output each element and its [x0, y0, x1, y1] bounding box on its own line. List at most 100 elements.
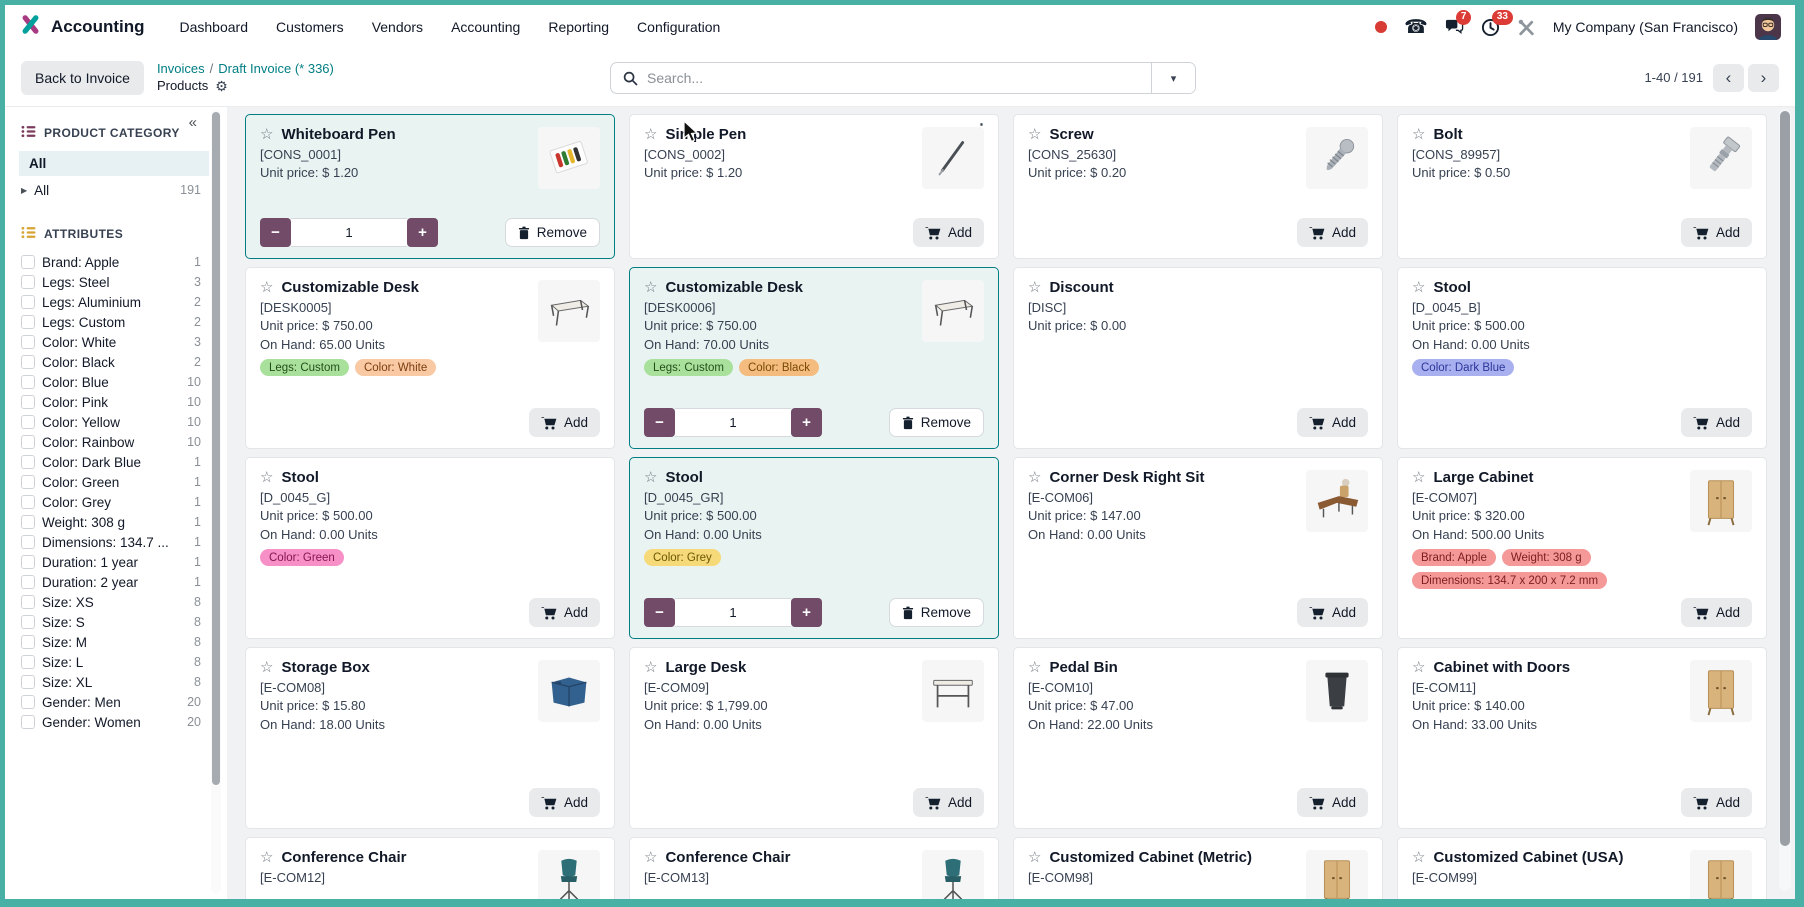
checkbox[interactable] [21, 675, 35, 689]
checkbox[interactable] [21, 535, 35, 549]
add-button[interactable]: Add [913, 218, 984, 247]
decrease-quantity-button[interactable]: − [644, 598, 675, 627]
company-switcher[interactable]: My Company (San Francisco) [1553, 19, 1738, 35]
product-card-customized-cabinet-usa-e-com99[interactable]: ☆Customized Cabinet (USA)[E-COM99]Add [1397, 837, 1767, 899]
search-dropdown-toggle[interactable]: ▾ [1151, 63, 1195, 93]
main-scrollbar-thumb[interactable] [1780, 111, 1790, 846]
sidebar-scrollbar-thumb[interactable] [212, 112, 220, 785]
favorite-star-icon[interactable]: ☆ [1412, 470, 1425, 485]
sidebar-scrollbar[interactable] [211, 110, 221, 893]
favorite-star-icon[interactable]: ☆ [260, 850, 273, 865]
product-card-customizable-desk-desk0005[interactable]: ☆Customizable Desk[DESK0005]Unit price: … [245, 267, 615, 449]
attribute-filter-size-m[interactable]: Size: M8 [21, 632, 201, 652]
attribute-filter-brand-apple[interactable]: Brand: Apple1 [21, 252, 201, 272]
attribute-filter-size-xl[interactable]: Size: XL8 [21, 672, 201, 692]
checkbox[interactable] [21, 415, 35, 429]
favorite-star-icon[interactable]: ☆ [260, 470, 273, 485]
messages-icon[interactable]: 7 [1445, 18, 1464, 37]
attribute-filter-size-s[interactable]: Size: S8 [21, 612, 201, 632]
product-card-simple-pen-cons-0002[interactable]: ☆Simple Pen⋮[CONS_0002]Unit price: $ 1.2… [629, 114, 999, 259]
checkbox[interactable] [21, 375, 35, 389]
favorite-star-icon[interactable]: ☆ [1412, 660, 1425, 675]
attribute-filter-legs-custom[interactable]: Legs: Custom2 [21, 312, 201, 332]
voip-phone-icon[interactable]: ☎ [1404, 18, 1428, 37]
favorite-star-icon[interactable]: ☆ [644, 470, 657, 485]
quantity-input[interactable] [675, 598, 791, 627]
checkbox[interactable] [21, 595, 35, 609]
product-card-screw-cons-25630[interactable]: ☆Screw[CONS_25630]Unit price: $ 0.20Add [1013, 114, 1383, 259]
favorite-star-icon[interactable]: ☆ [1028, 127, 1041, 142]
remove-button[interactable]: Remove [505, 218, 600, 247]
nav-item-vendors[interactable]: Vendors [361, 13, 434, 41]
attribute-filter-weight-308-g[interactable]: Weight: 308 g1 [21, 512, 201, 532]
remove-button[interactable]: Remove [889, 598, 984, 627]
add-button[interactable]: Add [1297, 218, 1368, 247]
add-button[interactable]: Add [1681, 408, 1752, 437]
attribute-filter-color-grey[interactable]: Color: Grey1 [21, 492, 201, 512]
product-card-discount-disc[interactable]: ☆Discount[DISC]Unit price: $ 0.00Add [1013, 267, 1383, 449]
quantity-input[interactable] [675, 408, 791, 437]
favorite-star-icon[interactable]: ☆ [1412, 850, 1425, 865]
attribute-filter-color-dark-blue[interactable]: Color: Dark Blue1 [21, 452, 201, 472]
collapse-sidebar-icon[interactable]: « [189, 114, 197, 131]
favorite-star-icon[interactable]: ☆ [1028, 470, 1041, 485]
attribute-filter-legs-aluminium[interactable]: Legs: Aluminium2 [21, 292, 201, 312]
add-button[interactable]: Add [1297, 598, 1368, 627]
product-card-large-desk-e-com09[interactable]: ☆Large Desk[E-COM09]Unit price: $ 1,799.… [629, 647, 999, 829]
attribute-filter-size-l[interactable]: Size: L8 [21, 652, 201, 672]
attribute-filter-gender-women[interactable]: Gender: Women20 [21, 712, 201, 732]
action-gear-icon[interactable]: ⚙ [215, 79, 228, 93]
favorite-star-icon[interactable]: ☆ [1412, 280, 1425, 295]
attribute-filter-size-xs[interactable]: Size: XS8 [21, 592, 201, 612]
add-button[interactable]: Add [529, 598, 600, 627]
home-menu-button[interactable]: Accounting [19, 13, 145, 41]
product-card-whiteboard-pen-cons-0001[interactable]: ☆Whiteboard Pen[CONS_0001]Unit price: $ … [245, 114, 615, 259]
favorite-star-icon[interactable]: ☆ [1028, 850, 1041, 865]
favorite-star-icon[interactable]: ☆ [644, 850, 657, 865]
favorite-star-icon[interactable]: ☆ [644, 127, 657, 142]
checkbox[interactable] [21, 655, 35, 669]
checkbox[interactable] [21, 715, 35, 729]
back-to-invoice-button[interactable]: Back to Invoice [21, 61, 144, 95]
nav-item-configuration[interactable]: Configuration [626, 13, 731, 41]
add-button[interactable]: Add [1681, 788, 1752, 817]
remove-button[interactable]: Remove [889, 408, 984, 437]
debug-tools-icon[interactable] [1517, 18, 1536, 37]
breadcrumb-draft-invoice-link[interactable]: Draft Invoice (* 336) [218, 61, 334, 76]
checkbox[interactable] [21, 475, 35, 489]
nav-item-reporting[interactable]: Reporting [537, 13, 620, 41]
decrease-quantity-button[interactable]: − [260, 218, 291, 247]
attribute-filter-color-yellow[interactable]: Color: Yellow10 [21, 412, 201, 432]
checkbox[interactable] [21, 515, 35, 529]
checkbox[interactable] [21, 615, 35, 629]
attribute-filter-color-blue[interactable]: Color: Blue10 [21, 372, 201, 392]
activities-clock-icon[interactable]: 33 [1481, 18, 1500, 37]
category-item-all-selected[interactable]: All [19, 151, 209, 176]
pagination-next-button[interactable]: › [1748, 64, 1779, 92]
product-card-conference-chair-e-com13[interactable]: ☆Conference Chair[E-COM13]Add [629, 837, 999, 899]
add-button[interactable]: Add [1681, 598, 1752, 627]
checkbox[interactable] [21, 275, 35, 289]
add-button[interactable]: Add [913, 788, 984, 817]
search-input[interactable] [647, 70, 1151, 86]
attribute-filter-duration-2-year[interactable]: Duration: 2 year1 [21, 572, 201, 592]
checkbox[interactable] [21, 635, 35, 649]
attribute-filter-gender-men[interactable]: Gender: Men20 [21, 692, 201, 712]
checkbox[interactable] [21, 695, 35, 709]
checkbox[interactable] [21, 255, 35, 269]
category-item-all[interactable]: ▶ All 191 [21, 180, 201, 200]
attribute-filter-dimensions-134-7[interactable]: Dimensions: 134.7 ...1 [21, 532, 201, 552]
add-button[interactable]: Add [1297, 408, 1368, 437]
add-button[interactable]: Add [529, 408, 600, 437]
pagination-prev-button[interactable]: ‹ [1713, 64, 1744, 92]
attribute-filter-color-pink[interactable]: Color: Pink10 [21, 392, 201, 412]
favorite-star-icon[interactable]: ☆ [260, 127, 273, 142]
breadcrumb-invoices-link[interactable]: Invoices [157, 61, 205, 76]
checkbox[interactable] [21, 395, 35, 409]
increase-quantity-button[interactable]: + [791, 408, 822, 437]
checkbox[interactable] [21, 455, 35, 469]
checkbox[interactable] [21, 355, 35, 369]
favorite-star-icon[interactable]: ☆ [644, 660, 657, 675]
checkbox[interactable] [21, 315, 35, 329]
product-card-large-cabinet-e-com07[interactable]: ☆Large Cabinet[E-COM07]Unit price: $ 320… [1397, 457, 1767, 639]
